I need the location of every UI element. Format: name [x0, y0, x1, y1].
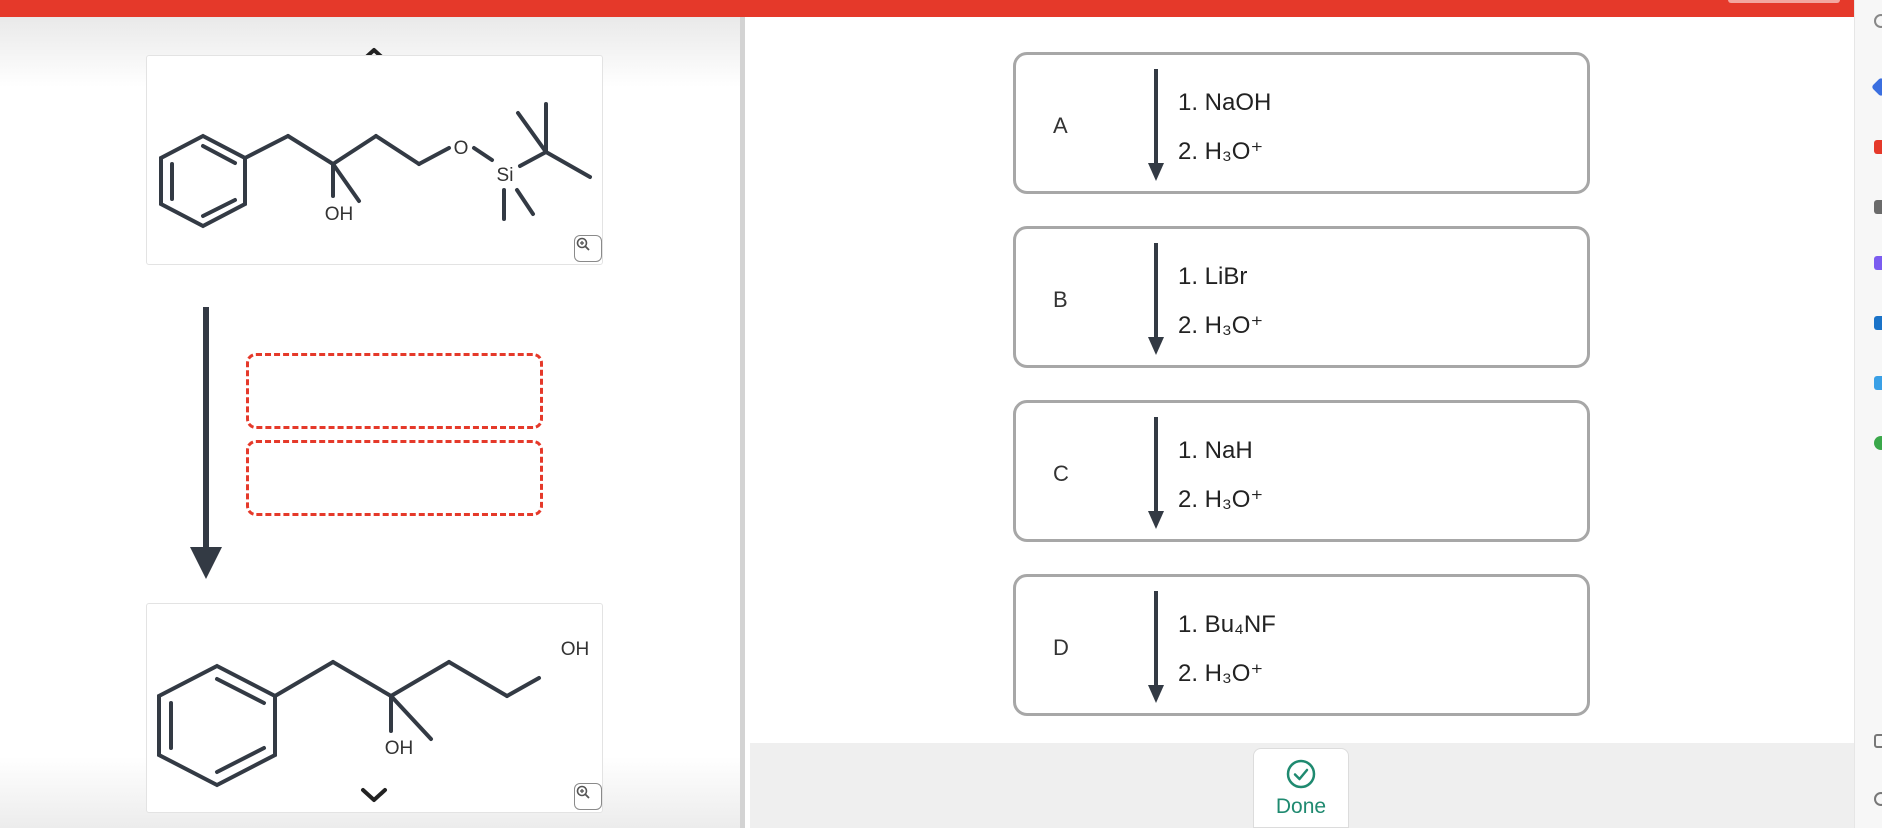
option-step-1: 1. Bu₄NF [1178, 611, 1276, 638]
primary-hydroxyl-label: OH [561, 639, 590, 660]
option-step-2: 2. H₃O⁺ [1178, 138, 1264, 165]
option-step-1: 1. NaH [1178, 437, 1253, 464]
search-icon[interactable] [1874, 14, 1882, 28]
reagent-drop-zone-1[interactable] [246, 353, 543, 429]
reaction-panel: O Si OH OH OH [0, 17, 745, 828]
silicon-label: Si [497, 165, 514, 186]
reaction-arrow-icon [1148, 69, 1164, 181]
option-letter: C [1053, 461, 1069, 486]
extension-icon[interactable] [1874, 316, 1882, 330]
zoom-in-button[interactable] [574, 783, 602, 810]
chevron-down-icon[interactable] [359, 785, 389, 805]
zoom-in-icon [576, 785, 590, 799]
option-letter: A [1053, 113, 1068, 138]
top-bar [0, 0, 1854, 17]
hydroxyl-label: OH [325, 204, 354, 225]
reagent-drop-zone-2[interactable] [246, 440, 543, 516]
zoom-in-button[interactable] [574, 235, 602, 262]
app-root: O Si OH OH OH A 1. NaOH 2. H₃O⁺ B 1. LiB… [0, 0, 1882, 828]
reaction-arrow-icon [1148, 591, 1164, 703]
extension-icon[interactable] [1871, 77, 1882, 97]
option-c[interactable]: C 1. NaH 2. H₃O⁺ [1013, 400, 1590, 542]
settings-icon[interactable] [1874, 792, 1882, 806]
panel-icon[interactable] [1874, 734, 1882, 748]
extension-icon[interactable] [1874, 256, 1882, 270]
option-a[interactable]: A 1. NaOH 2. H₃O⁺ [1013, 52, 1590, 194]
option-step-2: 2. H₃O⁺ [1178, 660, 1264, 687]
extension-icon[interactable] [1874, 436, 1882, 450]
top-bar-button[interactable] [1728, 0, 1840, 3]
zoom-in-icon [576, 237, 590, 251]
reaction-arrow-icon [1148, 243, 1164, 355]
starting-material-structure: O Si OH [159, 102, 592, 229]
starting-material: O Si OH [146, 55, 603, 265]
option-step-2: 2. H₃O⁺ [1178, 486, 1264, 513]
check-circle-icon [1286, 759, 1316, 789]
browser-side-strip [1854, 0, 1882, 828]
reaction-arrow-icon [190, 307, 222, 579]
option-step-1: 1. LiBr [1178, 263, 1248, 290]
option-b[interactable]: B 1. LiBr 2. H₃O⁺ [1013, 226, 1590, 368]
option-letter: B [1053, 287, 1068, 312]
option-step-1: 1. NaOH [1178, 89, 1272, 116]
oxygen-label: O [454, 138, 469, 159]
extension-icon[interactable] [1874, 376, 1882, 390]
done-label: Done [1275, 795, 1327, 818]
product-structure: OH OH [157, 639, 590, 788]
extension-icon[interactable] [1874, 200, 1882, 214]
done-button[interactable]: Done [1253, 748, 1349, 828]
option-letter: D [1053, 635, 1069, 660]
option-step-2: 2. H₃O⁺ [1178, 312, 1264, 339]
option-d[interactable]: D 1. Bu₄NF 2. H₃O⁺ [1013, 574, 1590, 716]
tertiary-hydroxyl-label: OH [385, 738, 414, 759]
extension-icon[interactable] [1874, 140, 1882, 154]
product: OH OH [146, 603, 603, 813]
reaction-arrow-icon [1148, 417, 1164, 529]
